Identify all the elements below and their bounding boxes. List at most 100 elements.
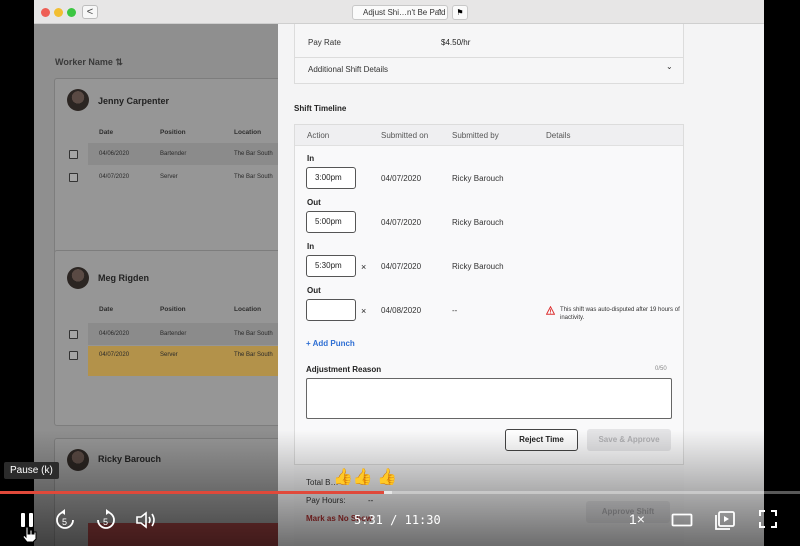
punch-time-field: 3:00pm	[306, 167, 356, 189]
table-row: 04/06/2020 Bartender The Bar South	[69, 143, 298, 165]
tab-chevron-icon: ⌃	[436, 8, 443, 17]
worker-card: Meg Rigden Date Position Location 04/06/…	[54, 250, 298, 426]
punch-submitted-by: Ricky Barouch	[452, 262, 504, 271]
shift-info-box: Pay Rate $4.50/hr Additional Shift Detai…	[294, 24, 684, 84]
zoom-traffic-light-icon	[67, 8, 76, 17]
fullscreen-icon[interactable]	[758, 509, 778, 529]
punch-action: In	[307, 154, 315, 163]
table-row: 04/06/2020 Bartender The Bar South	[69, 323, 298, 345]
tab-title-text: Adjust Shi…n't Be Paid	[363, 8, 446, 17]
row-location: The Bar South	[234, 151, 273, 157]
punch-action: In	[307, 242, 315, 251]
worker-card: Jenny Carpenter Date Position Location 0…	[54, 78, 298, 254]
col-position: Position	[160, 306, 186, 313]
avatar	[67, 449, 89, 471]
theater-mode-icon[interactable]	[671, 512, 693, 528]
row-date: 04/07/2020	[99, 174, 130, 180]
hand-cursor-icon	[22, 526, 37, 543]
punch-action: Out	[307, 198, 321, 207]
pay-hours-label: Pay Hours:	[306, 496, 346, 505]
flag-icon: ⚑	[452, 5, 468, 20]
adjustment-reason-field	[306, 378, 672, 419]
char-counter: 0/50	[655, 366, 667, 372]
punch-submitted-by: --	[452, 306, 458, 315]
reject-time-button: Reject Time	[505, 429, 578, 451]
auto-dispute-warning: This shift was auto-disputed after 19 ho…	[560, 307, 680, 321]
video-player[interactable]: < Adjust Shi…n't Be Paid ⌃ ⚑ Worker Name …	[0, 0, 800, 546]
row-date: 04/06/2020	[99, 331, 130, 337]
row-position: Server	[160, 174, 178, 180]
miniplayer-icon[interactable]	[714, 509, 736, 531]
row-checkbox	[69, 173, 78, 182]
col-action: Action	[307, 131, 330, 140]
row-location: The Bar South	[234, 352, 273, 358]
worker-name: Ricky Barouch	[98, 454, 162, 464]
rewind-5-icon[interactable]: 5	[53, 508, 77, 532]
punch-submitted-on: 04/08/2020	[381, 306, 422, 315]
row-location: The Bar South	[234, 174, 273, 180]
playback-speed-button[interactable]: 1×	[629, 511, 645, 527]
punch-submitted-on: 04/07/2020	[381, 262, 422, 271]
current-time: 5:31	[354, 513, 383, 527]
adjustment-reason-label: Adjustment Reason	[306, 365, 382, 374]
shift-timeline-table: Action Submitted on Submitted by Details…	[294, 124, 684, 474]
pause-tooltip: Pause (k)	[4, 462, 59, 479]
col-position: Position	[160, 129, 186, 136]
recorded-browser-window: < Adjust Shi…n't Be Paid ⌃ ⚑ Worker Name …	[34, 0, 764, 546]
pay-rate-label: Pay Rate	[308, 38, 341, 47]
row-location: The Bar South	[234, 331, 273, 337]
punch-time-field: 5:00pm	[306, 211, 356, 233]
worker-name-header: Worker Name ⇅	[55, 57, 123, 67]
table-row	[88, 523, 298, 546]
col-location: Location	[234, 129, 262, 136]
punch-submitted-by: Ricky Barouch	[452, 218, 504, 227]
row-checkbox	[69, 330, 78, 339]
reaction-emojis: 👍👍 👍	[333, 469, 398, 486]
row-checkbox	[69, 351, 78, 360]
volume-icon[interactable]	[135, 510, 157, 530]
played-bar	[0, 491, 384, 494]
pay-hours-value: --	[368, 496, 374, 505]
punch-time-field: 5:30pm	[306, 255, 356, 277]
col-location: Location	[234, 306, 262, 313]
row-date: 04/06/2020	[99, 151, 130, 157]
remove-punch-icon: ×	[361, 306, 367, 316]
forward-seconds: 5	[103, 517, 108, 527]
col-submitted-by: Submitted by	[452, 131, 499, 140]
save-approve-button: Save & Approve	[587, 429, 671, 451]
avatar	[67, 267, 89, 289]
chevron-down-icon: ⌄	[666, 62, 673, 71]
col-date: Date	[99, 129, 114, 136]
time-separator: /	[390, 513, 398, 527]
col-submitted-on: Submitted on	[381, 131, 429, 140]
row-position: Bartender	[160, 151, 187, 157]
warning-icon	[546, 306, 555, 315]
col-date: Date	[99, 306, 114, 313]
shift-timeline-title: Shift Timeline	[294, 104, 347, 113]
table-row-highlighted: 04/07/2020 Server The Bar South	[69, 346, 298, 376]
browser-titlebar: < Adjust Shi…n't Be Paid ⌃ ⚑	[34, 0, 764, 24]
pay-rate-value: $4.50/hr	[441, 38, 471, 47]
duration: 11:30	[404, 513, 441, 527]
time-display: 5:31 / 11:30	[354, 513, 441, 527]
forward-5-icon[interactable]: 5	[94, 508, 118, 532]
close-traffic-light-icon	[41, 8, 50, 17]
worker-list-dimmed: Worker Name ⇅ Jenny Carpenter Date Posit…	[34, 24, 298, 546]
approve-shift-button: Approve Shift	[586, 501, 670, 523]
table-row: 04/07/2020 Server The Bar South	[69, 166, 298, 188]
rewind-seconds: 5	[62, 517, 67, 527]
punch-action: Out	[307, 286, 321, 295]
tab-title: Adjust Shi…n't Be Paid ⌃	[352, 5, 448, 20]
punch-submitted-by: Ricky Barouch	[452, 174, 504, 183]
row-position: Server	[160, 352, 178, 358]
punch-time-field	[306, 299, 356, 321]
row-position: Bartender	[160, 331, 187, 337]
row-date: 04/07/2020	[99, 352, 130, 358]
punch-submitted-on: 04/07/2020	[381, 174, 422, 183]
additional-details-toggle: Additional Shift Details	[308, 65, 389, 74]
row-checkbox	[69, 150, 78, 159]
worker-name: Jenny Carpenter	[98, 96, 170, 106]
progress-bar[interactable]	[0, 491, 800, 494]
worker-name: Meg Rigden	[98, 273, 149, 283]
divider	[295, 57, 683, 58]
